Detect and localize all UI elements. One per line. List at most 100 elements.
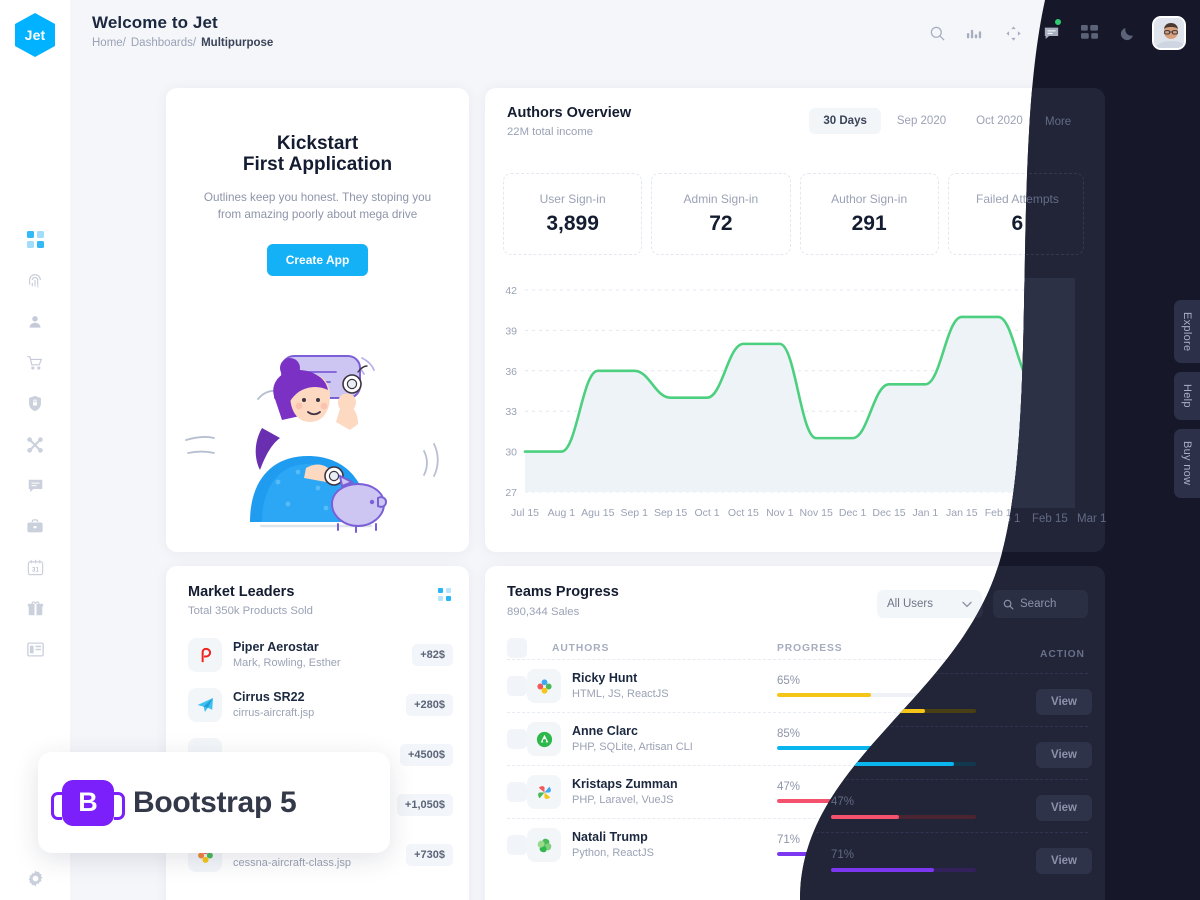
dots-grid-icon[interactable] <box>438 588 451 601</box>
author-text: Kristaps Zumman PHP, Laravel, VueJS <box>572 776 678 807</box>
side-action-tabs: Explore Help Buy now <box>1162 300 1200 498</box>
stat-label: User Sign-in <box>539 192 606 206</box>
kickstart-title-line1: Kickstart <box>276 133 359 154</box>
layout-icon <box>26 642 44 657</box>
analytics-button[interactable] <box>956 14 994 52</box>
user-icon <box>29 315 41 328</box>
side-tab-explore[interactable]: Explore <box>1174 300 1200 364</box>
sidebar-item-users[interactable] <box>13 301 57 342</box>
chevron-down-icon <box>962 601 972 607</box>
apps-button[interactable] <box>1070 14 1108 52</box>
search-placeholder: Search <box>1019 598 1056 610</box>
side-tab-help[interactable]: Help <box>1174 372 1200 421</box>
grid-apps-icon <box>1080 24 1098 39</box>
svg-text:33: 33 <box>505 406 517 418</box>
chat-icon <box>28 479 42 492</box>
sidebar-item-cart[interactable] <box>13 342 57 383</box>
avatar[interactable] <box>1152 16 1186 50</box>
top-header: Welcome to Jet Home/ Dashboards/ Multipu… <box>70 0 1200 66</box>
drone-icon <box>27 436 43 453</box>
select-all-checkbox[interactable] <box>507 638 527 658</box>
stat-failed-attempts: Failed Attempts 6 <box>947 173 1087 255</box>
tab-30-days[interactable]: 30 Days <box>809 108 881 134</box>
tab-sep-2020[interactable]: Sep 2020 <box>883 108 960 134</box>
breadcrumb: Home/ Dashboards/ Multipurpose <box>92 37 273 49</box>
authors-title: Authors Overview <box>507 105 632 121</box>
action-cell: View <box>1007 779 1087 805</box>
search-input[interactable]: Search <box>992 590 1087 618</box>
column-action: ACTION <box>1024 642 1070 654</box>
sidebar-settings[interactable] <box>0 869 70 888</box>
search-button[interactable] <box>918 14 956 52</box>
create-app-button[interactable]: Create App <box>266 243 369 276</box>
sidebar-item-security[interactable] <box>13 383 57 424</box>
svg-text:39: 39 <box>505 325 517 337</box>
breadcrumb-dashboards[interactable]: Dashboards/ <box>131 37 196 49</box>
sidebar-item-projects[interactable] <box>13 506 57 547</box>
svg-text:36: 36 <box>505 366 517 378</box>
view-button[interactable]: View <box>1019 832 1075 858</box>
breadcrumb-home[interactable]: Home/ <box>92 37 126 49</box>
briefcase-icon <box>27 518 43 532</box>
theme-toggle-button[interactable] <box>1108 14 1146 52</box>
list-item-text: Piper Aerostar Mark, Rowling, Esther <box>233 639 401 670</box>
amount-badge: +1,050$ <box>396 794 453 816</box>
author-name: Kristaps Zumman <box>572 777 678 792</box>
sidebar-item-fingerprint[interactable] <box>13 260 57 301</box>
list-item[interactable]: Piper Aerostar Mark, Rowling, Esther +82… <box>188 630 453 680</box>
stat-value: 291 <box>851 212 887 235</box>
sidebar-item-gifts[interactable] <box>13 588 57 629</box>
pinwheel-icon <box>527 775 561 809</box>
sidebar-item-calendar[interactable]: 31 <box>13 547 57 588</box>
svg-text:Agu 15: Agu 15 <box>581 507 614 519</box>
tab-oct-2020[interactable]: Oct 2020 <box>962 108 1037 134</box>
svg-text:27: 27 <box>505 487 517 499</box>
progress-percent: 85% <box>777 728 801 740</box>
action-cell: View <box>1007 726 1087 752</box>
list-item-title: Piper Aerostar <box>233 640 319 655</box>
move-button[interactable] <box>994 14 1032 52</box>
table-row[interactable]: Kristaps Zumman PHP, Laravel, VueJS 47% … <box>507 765 1087 818</box>
author-text: Ricky Hunt HTML, JS, ReactJS <box>572 670 669 701</box>
svg-text:Nov 15: Nov 15 <box>800 507 833 519</box>
stat-label: Author Sign-in <box>831 192 908 206</box>
brand-logo[interactable]: Jet <box>15 13 55 57</box>
tab-more[interactable]: More <box>1039 108 1093 134</box>
list-item-title: Cirrus SR22 <box>233 690 305 705</box>
page-title: Welcome to Jet <box>92 13 218 32</box>
table-row[interactable]: Anne Clarc PHP, SQLite, Artisan CLI 85% … <box>507 712 1087 765</box>
brand-label: Jet <box>24 27 46 43</box>
side-tab-buy-now[interactable]: Buy now <box>1174 429 1200 498</box>
svg-text:Jan 1: Jan 1 <box>913 507 939 519</box>
author-skills: Python, ReactJS <box>572 846 654 859</box>
chart-x-axis-labels: Jul 15 Aug 1 Agu 15 Sep 1 Sep 15 Oct 1 Oct 15 N… <box>511 507 1085 519</box>
stat-value: 3,899 <box>546 212 599 235</box>
savings-illustration <box>185 355 439 533</box>
view-button[interactable]: View <box>1019 673 1075 699</box>
sidebar-item-dashboard[interactable] <box>13 219 57 260</box>
sidebar-item-messages[interactable] <box>13 465 57 506</box>
kickstart-subtitle: Outlines keep you honest. They stoping y… <box>203 191 432 221</box>
stat-admin-signin: Admin Sign-in 72 <box>651 173 791 255</box>
view-button[interactable]: View <box>1019 779 1075 805</box>
author-text: Anne Clarc PHP, SQLite, Artisan CLI <box>572 723 693 754</box>
chart-area-fill <box>525 316 1071 492</box>
table-row[interactable]: Ricky Hunt HTML, JS, ReactJS 65% View <box>507 659 1087 712</box>
amount-badge: +730$ <box>406 844 453 866</box>
view-button[interactable]: View <box>1019 726 1075 752</box>
user-filter-value: All Users <box>887 598 934 610</box>
user-filter-select[interactable]: All Users <box>877 590 982 618</box>
gift-icon <box>27 601 43 616</box>
progress-percent: 47% <box>777 781 801 793</box>
bootstrap-promo-label: Bootstrap 5 <box>133 785 297 819</box>
list-item-subtitle: cirrus-aircraft.jsp <box>233 706 315 719</box>
messages-button[interactable] <box>1032 14 1070 52</box>
progress-bar <box>777 852 922 856</box>
svg-text:Sep 1: Sep 1 <box>620 507 648 519</box>
action-cell: View <box>1007 832 1087 858</box>
sidebar-item-drone[interactable] <box>13 424 57 465</box>
sidebar-item-layout[interactable] <box>13 629 57 670</box>
list-item[interactable]: Cirrus SR22 cirrus-aircraft.jsp +280$ <box>188 680 453 730</box>
table-row[interactable]: Natali Trump Python, ReactJS 71% View <box>507 818 1087 871</box>
progress-percent: 65% <box>777 675 801 687</box>
